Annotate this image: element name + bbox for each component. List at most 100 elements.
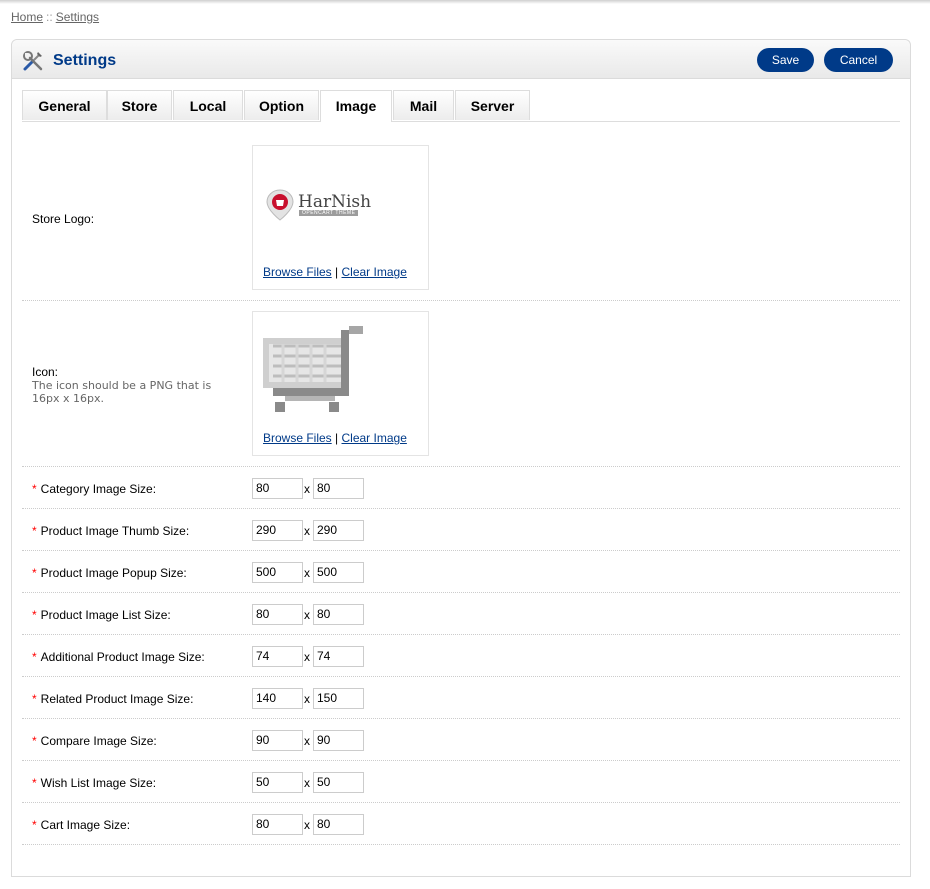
height-input[interactable]: 74: [313, 646, 364, 667]
page-title: Settings: [53, 52, 117, 69]
size-row: * Additional Product Image Size: 74 x 74: [22, 635, 900, 677]
size-label-text: Category Image Size:: [40, 482, 157, 496]
tab-server[interactable]: Server: [455, 90, 530, 120]
settings-tabs: General Store Local Option Image Mail Se…: [22, 90, 900, 122]
link-divider: |: [335, 431, 339, 445]
size-row: * Product Image Thumb Size: 290 x 290: [22, 509, 900, 551]
tab-general[interactable]: General: [22, 90, 107, 120]
size-separator: x: [304, 608, 310, 622]
height-input[interactable]: 90: [313, 730, 364, 751]
icon-row: Icon: The icon should be a PNG that is 1…: [22, 301, 900, 467]
size-label-text: Product Image Popup Size:: [40, 566, 187, 580]
size-label: * Related Product Image Size:: [32, 692, 193, 706]
icon-links: Browse Files | Clear Image: [263, 431, 407, 445]
size-label-text: Product Image List Size:: [40, 608, 171, 622]
height-input[interactable]: 150: [313, 688, 364, 709]
height-input[interactable]: 80: [313, 478, 364, 499]
required-mark: *: [32, 608, 37, 622]
store-logo-links: Browse Files | Clear Image: [263, 265, 407, 279]
clear-image-link[interactable]: Clear Image: [342, 431, 407, 445]
link-divider: |: [335, 265, 339, 279]
store-logo-row: Store Logo: HarNish OPENCART THEME Brows…: [22, 121, 900, 301]
size-label: * Product Image List Size:: [32, 608, 171, 622]
tab-store[interactable]: Store: [107, 90, 172, 120]
width-input[interactable]: 80: [252, 604, 303, 625]
width-input[interactable]: 290: [252, 520, 303, 541]
width-input[interactable]: 140: [252, 688, 303, 709]
size-row: * Compare Image Size: 90 x 90: [22, 719, 900, 761]
box-heading: Settings Save Cancel: [12, 40, 910, 79]
store-logo-image-box: HarNish OPENCART THEME Browse Files | Cl…: [252, 145, 429, 290]
required-mark: *: [32, 650, 37, 664]
clear-image-link[interactable]: Clear Image: [342, 265, 407, 279]
height-input[interactable]: 500: [313, 562, 364, 583]
top-shadow: [0, 0, 930, 4]
logo-subtext: OPENCART THEME: [299, 210, 359, 216]
browse-files-link[interactable]: Browse Files: [263, 265, 332, 279]
width-input[interactable]: 80: [252, 814, 303, 835]
icon-label: Icon: The icon should be a PNG that is 1…: [32, 365, 222, 405]
tab-option[interactable]: Option: [244, 90, 319, 120]
width-input[interactable]: 500: [252, 562, 303, 583]
tab-image[interactable]: Image: [320, 90, 392, 122]
size-label: * Compare Image Size:: [32, 734, 157, 748]
required-mark: *: [32, 734, 37, 748]
size-row: * Product Image List Size: 80 x 80: [22, 593, 900, 635]
width-input[interactable]: 50: [252, 772, 303, 793]
logo-text: HarNish: [298, 192, 372, 212]
size-label-text: Compare Image Size:: [40, 734, 157, 748]
cart-icon: [263, 326, 363, 412]
size-label: * Product Image Thumb Size:: [32, 524, 189, 538]
width-input[interactable]: 74: [252, 646, 303, 667]
size-separator: x: [304, 482, 310, 496]
size-label: * Wish List Image Size:: [32, 776, 156, 790]
size-row: * Product Image Popup Size: 500 x 500: [22, 551, 900, 593]
breadcrumb-separator: ::: [46, 10, 53, 24]
size-separator: x: [304, 524, 310, 538]
size-label: * Product Image Popup Size:: [32, 566, 187, 580]
tab-mail[interactable]: Mail: [393, 90, 454, 120]
required-mark: *: [32, 692, 37, 706]
breadcrumb-home-link[interactable]: Home: [11, 10, 43, 24]
size-label-text: Product Image Thumb Size:: [40, 524, 190, 538]
browse-files-link[interactable]: Browse Files: [263, 431, 332, 445]
size-row: * Wish List Image Size: 50 x 50: [22, 761, 900, 803]
breadcrumb: Home:: Settings: [11, 10, 99, 24]
required-mark: *: [32, 818, 37, 832]
tab-local[interactable]: Local: [173, 90, 243, 120]
size-label: * Cart Image Size:: [32, 818, 130, 832]
size-label: * Additional Product Image Size:: [32, 650, 205, 664]
settings-box: Settings Save Cancel General Store Local…: [11, 39, 911, 877]
height-input[interactable]: 80: [313, 814, 364, 835]
icon-label-text: Icon:: [32, 365, 59, 379]
height-input[interactable]: 80: [313, 604, 364, 625]
icon-help-text: The icon should be a PNG that is 16px x …: [32, 379, 212, 405]
size-label-text: Wish List Image Size:: [40, 776, 157, 790]
cancel-button[interactable]: Cancel: [824, 48, 893, 72]
size-separator: x: [304, 818, 310, 832]
size-label-text: Cart Image Size:: [40, 818, 131, 832]
size-separator: x: [304, 566, 310, 580]
width-input[interactable]: 90: [252, 730, 303, 751]
size-separator: x: [304, 776, 310, 790]
required-mark: *: [32, 566, 37, 580]
size-separator: x: [304, 650, 310, 664]
size-label: * Category Image Size:: [32, 482, 156, 496]
size-row: * Cart Image Size: 80 x 80: [22, 803, 900, 845]
size-row: * Category Image Size: 80 x 80: [22, 467, 900, 509]
required-mark: *: [32, 524, 37, 538]
breadcrumb-settings-link[interactable]: Settings: [56, 10, 99, 24]
store-logo-label: Store Logo:: [32, 212, 95, 226]
height-input[interactable]: 50: [313, 772, 364, 793]
height-input[interactable]: 290: [313, 520, 364, 541]
size-separator: x: [304, 692, 310, 706]
save-button[interactable]: Save: [757, 48, 814, 72]
icon-image-box: Browse Files | Clear Image: [252, 311, 429, 456]
size-separator: x: [304, 734, 310, 748]
size-label-text: Related Product Image Size:: [40, 692, 194, 706]
required-mark: *: [32, 776, 37, 790]
required-mark: *: [32, 482, 37, 496]
width-input[interactable]: 80: [252, 478, 303, 499]
size-label-text: Additional Product Image Size:: [40, 650, 205, 664]
wrench-screwdriver-icon: [23, 51, 43, 71]
